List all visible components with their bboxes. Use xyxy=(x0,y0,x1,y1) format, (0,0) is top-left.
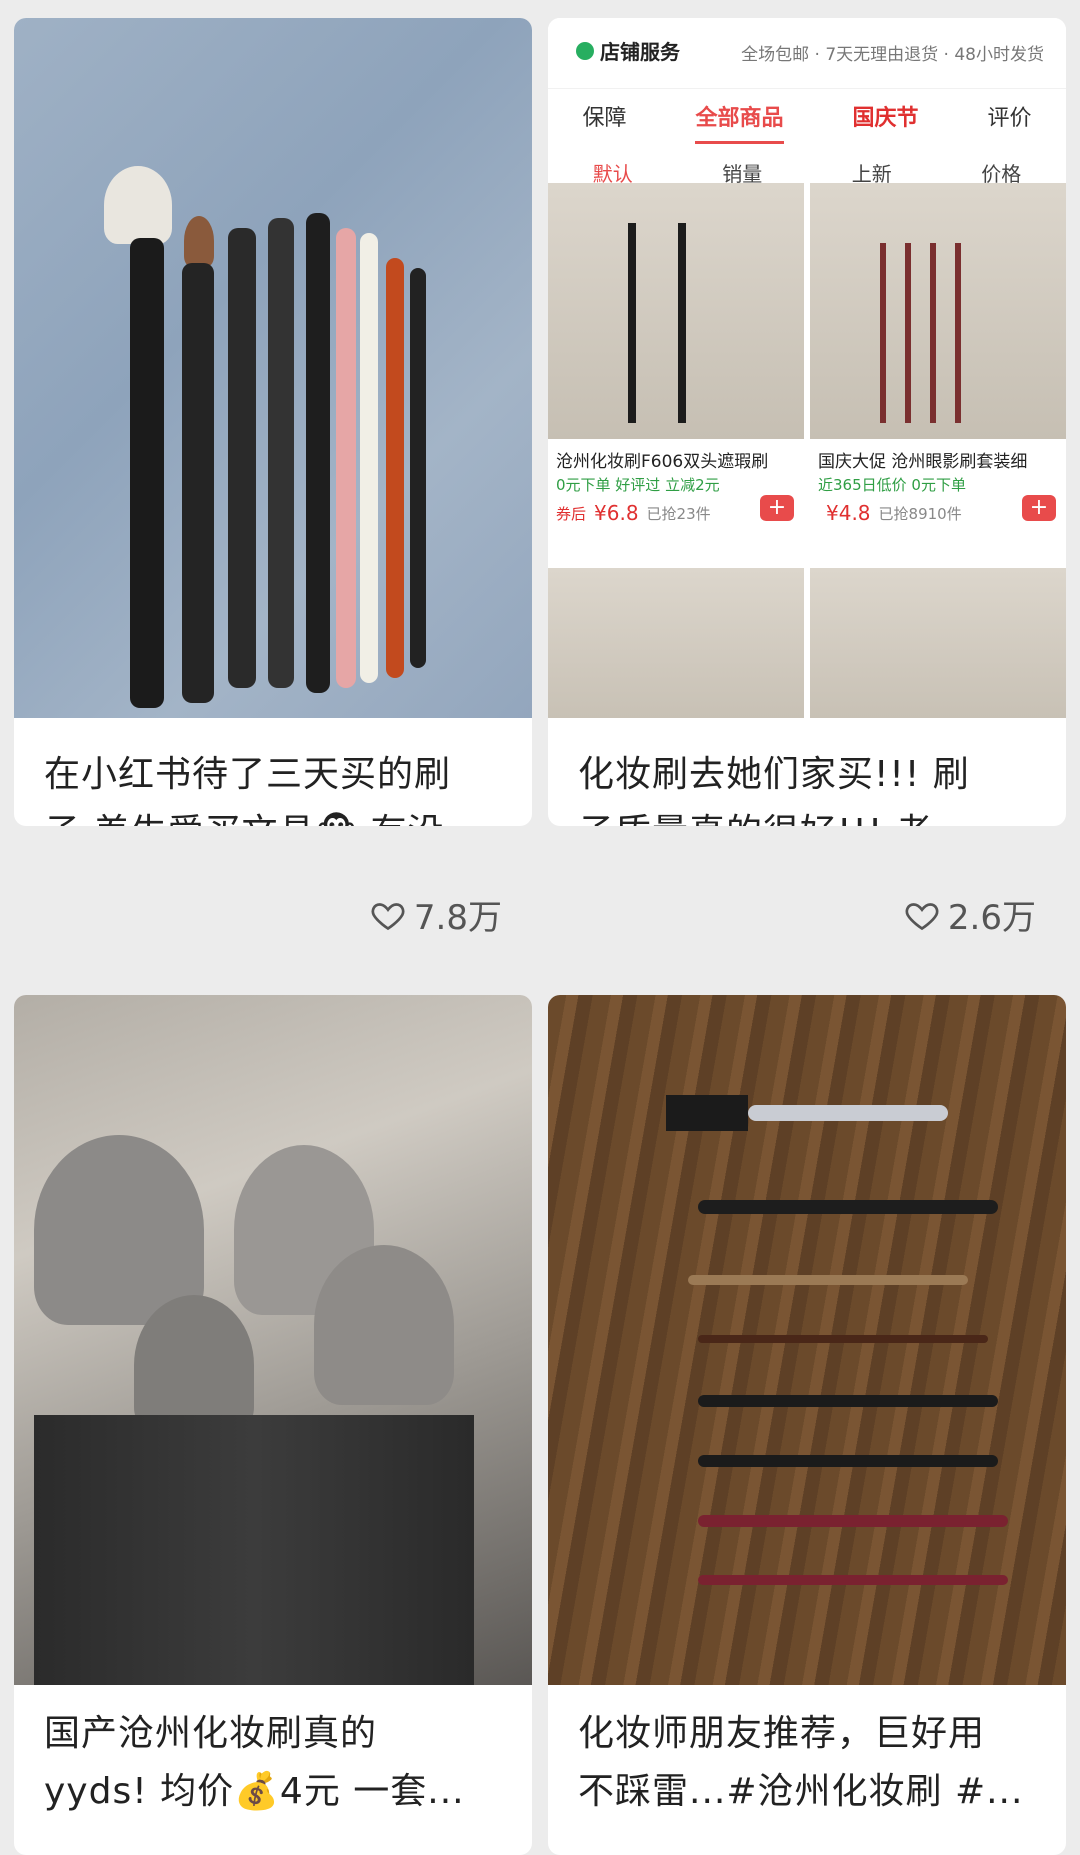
sold-count: 已抢23件 xyxy=(646,504,711,523)
post-image-brushes-blue-cloth[interactable] xyxy=(14,18,532,718)
brush-handle xyxy=(228,228,256,688)
post-image-brushes-on-wood[interactable] xyxy=(548,995,1066,1685)
brush-handle xyxy=(748,1105,948,1121)
brush-handles xyxy=(34,1415,474,1685)
tab-all-products[interactable]: 全部商品 xyxy=(695,100,784,150)
like-count-value: 2.6万 xyxy=(947,898,1036,938)
post-image-gray-brush-set[interactable] xyxy=(14,995,532,1685)
brush-handle xyxy=(688,1275,968,1285)
brush-handle xyxy=(698,1395,998,1407)
brush-handle xyxy=(678,223,686,423)
brush-handle xyxy=(955,243,961,423)
brush-head xyxy=(314,1245,454,1405)
brush-handle xyxy=(698,1575,1008,1585)
brush-handle xyxy=(268,218,294,688)
product-card-1[interactable]: 沧州化妆刷F606双头遮瑕刷 0元下单 好评过 立减2元 券后 ¥6.8 已抢2… xyxy=(548,183,804,531)
like-count[interactable]: 7.8万 xyxy=(14,890,502,939)
post-card-3[interactable]: 国产沧州化妆刷真的 yyds! 均价💰4元 一套... xyxy=(14,995,532,1855)
add-to-cart-button[interactable]: + xyxy=(1022,495,1056,521)
post-card-2[interactable]: 店铺服务 全场包邮 · 7天无理由退货 · 48小时发货 保障 全部商品 国庆节… xyxy=(548,18,1066,826)
shop-service-desc: 全场包邮 · 7天无理由退货 · 48小时发货 xyxy=(741,45,1044,65)
add-to-cart-button[interactable]: + xyxy=(760,495,794,521)
product-image[interactable] xyxy=(548,183,804,439)
brush-head xyxy=(666,1095,748,1131)
post-image-shop-screenshot[interactable]: 店铺服务 全场包邮 · 7天无理由退货 · 48小时发货 保障 全部商品 国庆节… xyxy=(548,18,1066,718)
brush-handle xyxy=(410,268,426,668)
price-prefix: 券后 xyxy=(556,504,587,523)
product-image[interactable] xyxy=(810,183,1066,439)
tab-reviews[interactable]: 评价 xyxy=(987,100,1031,150)
brush-handle xyxy=(336,228,356,688)
brush-handle xyxy=(306,213,330,693)
shop-service-bar: 店铺服务 全场包邮 · 7天无理由退货 · 48小时发货 xyxy=(548,18,1066,89)
brush-handle xyxy=(130,238,164,708)
brush-handle xyxy=(905,243,911,423)
like-count-value: 7.8万 xyxy=(413,898,502,938)
brush-handle xyxy=(182,263,214,703)
brush-head xyxy=(104,166,172,244)
product-price: ¥4.8 xyxy=(826,501,871,525)
like-count[interactable]: 2.6万 xyxy=(548,890,1036,939)
brush-handle xyxy=(386,258,404,678)
product-name: 国庆大促 沧州眼影刷套装细 xyxy=(818,452,1028,472)
shop-service-label: 店铺服务 xyxy=(576,36,680,65)
brush-handle xyxy=(698,1335,988,1343)
brush-handle xyxy=(930,243,936,423)
heart-icon[interactable] xyxy=(370,897,406,933)
tab-guarantee[interactable]: 保障 xyxy=(582,100,626,150)
brush-handle xyxy=(698,1515,1008,1527)
tab-national-day[interactable]: 国庆节 xyxy=(852,100,918,150)
product-price: ¥6.8 xyxy=(594,501,639,525)
product-card-2[interactable]: 国庆大促 沧州眼影刷套装细 近365日低价 0元下单 ¥4.8 已抢8910件 … xyxy=(810,183,1066,531)
brush-handle xyxy=(628,223,636,423)
post-title[interactable]: 国产沧州化妆刷真的 yyds! 均价💰4元 一套... xyxy=(44,1705,502,1821)
brush-handle xyxy=(698,1200,998,1214)
product-image-row-4 xyxy=(810,568,1066,718)
post-card-1[interactable]: 在小红书待了三天买的刷 子 差生爱买文具🐵 有没... xyxy=(14,18,532,826)
post-title[interactable]: 在小红书待了三天买的刷 子 差生爱买文具🐵 有没... xyxy=(44,746,502,826)
brush-head xyxy=(134,1295,254,1435)
brush-handle xyxy=(698,1455,998,1467)
shop-tabs: 保障 全部商品 国庆节 评价 xyxy=(548,100,1066,150)
product-tags: 0元下单 好评过 立减2元 xyxy=(556,476,720,494)
product-name: 沧州化妆刷F606双头遮瑕刷 xyxy=(556,452,769,472)
post-title[interactable]: 化妆刷去她们家买!!! 刷 子质量真的很好!!! 老... xyxy=(578,746,1036,826)
heart-icon[interactable] xyxy=(904,897,940,933)
product-image-row-3 xyxy=(548,568,804,718)
sold-count: 已抢8910件 xyxy=(878,504,962,523)
brush-head xyxy=(184,216,214,266)
product-tags: 近365日低价 0元下单 xyxy=(818,476,966,494)
brush-handle xyxy=(880,243,886,423)
post-title[interactable]: 化妆师朋友推荐，巨好用 不踩雷...#沧州化妆刷 #... xyxy=(578,1705,1036,1821)
brush-handle xyxy=(360,233,378,683)
post-card-4[interactable]: 化妆师朋友推荐，巨好用 不踩雷...#沧州化妆刷 #... xyxy=(548,995,1066,1855)
shield-icon xyxy=(576,41,594,60)
